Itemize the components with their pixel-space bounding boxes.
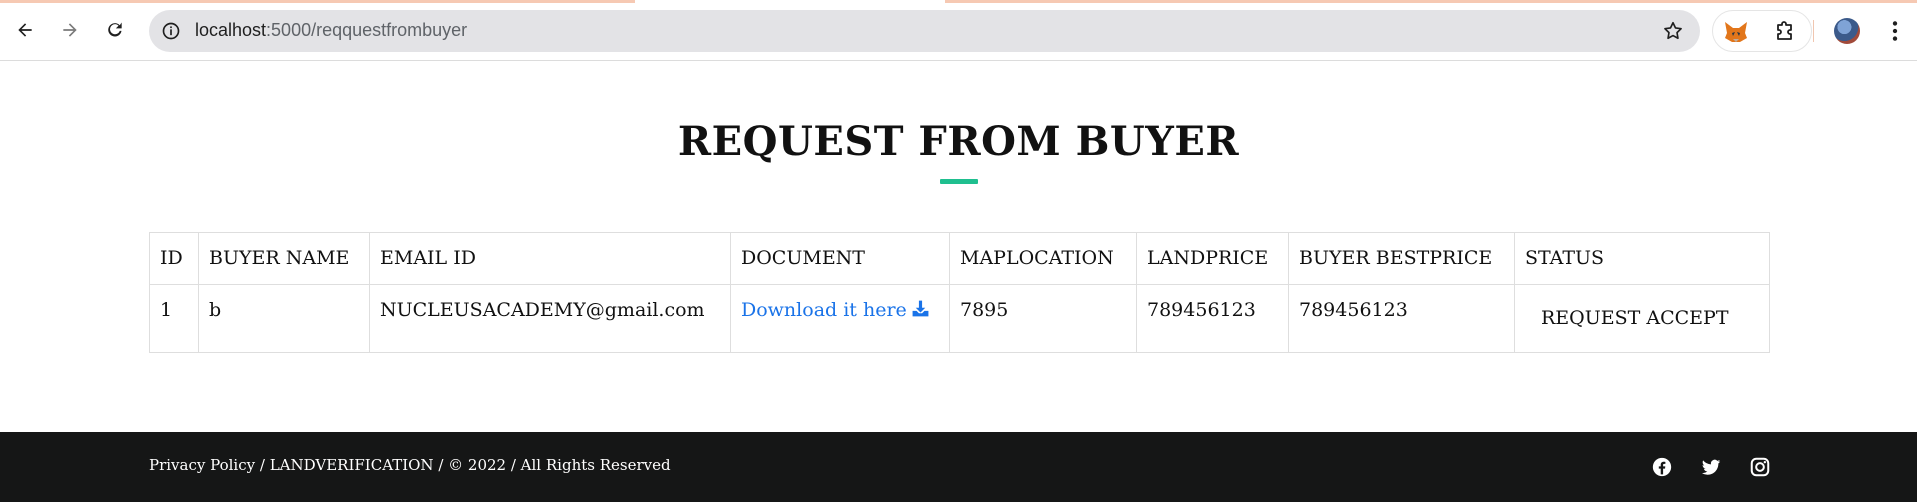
cell-status: REQUEST ACCEPT [1514, 284, 1770, 353]
instagram-icon[interactable] [1749, 456, 1771, 478]
header-landprice: LANDPRICE [1136, 232, 1289, 285]
arrow-left-icon [18, 23, 32, 37]
puzzle-icon[interactable] [1773, 20, 1797, 44]
facebook-icon[interactable] [1651, 456, 1673, 478]
header-document: DOCUMENT [730, 232, 950, 285]
cell-buyer-name: b [198, 284, 370, 353]
request-table: ID BUYER NAME EMAIL ID DOCUMENT MAPLOCAT… [149, 232, 1770, 353]
table-header-row: ID BUYER NAME EMAIL ID DOCUMENT MAPLOCAT… [149, 232, 1770, 285]
tab-strip-accent [945, 0, 1917, 3]
request-accept-button[interactable]: REQUEST ACCEPT [1541, 307, 1729, 329]
cell-email: NUCLEUSACADEMY@gmail.com [369, 284, 731, 353]
browser-toolbar: localhost:5000/reqquestfrombuyer [0, 0, 1917, 61]
cell-document: Download it here [730, 284, 950, 353]
header-id: ID [149, 232, 199, 285]
avatar[interactable] [1834, 18, 1860, 44]
header-buyer-name: BUYER NAME [198, 232, 370, 285]
footer-text: Privacy Policy / LANDVERIFICATION / © 20… [149, 456, 671, 474]
url-path: :5000/reqquestfrombuyer [266, 20, 468, 40]
forward-button[interactable] [54, 14, 86, 46]
kebab-icon[interactable] [1882, 18, 1908, 44]
download-link-label: Download it here [741, 299, 907, 321]
arrow-right-icon [63, 23, 77, 37]
extensions-group [1712, 10, 1812, 52]
tab-strip-accent [0, 0, 635, 3]
download-link[interactable]: Download it here [741, 299, 930, 321]
toolbar-divider [1813, 20, 1814, 42]
cell-maplocation: 7895 [949, 284, 1137, 353]
footer: Privacy Policy / LANDVERIFICATION / © 20… [0, 432, 1917, 502]
download-icon [912, 300, 929, 317]
page-title: REQUEST FROM BUYER [677, 118, 1240, 165]
cell-buyer-bestprice: 789456123 [1288, 284, 1515, 353]
back-button[interactable] [9, 14, 41, 46]
address-bar[interactable]: localhost:5000/reqquestfrombuyer [149, 10, 1700, 52]
url-host: localhost [195, 20, 267, 40]
twitter-icon[interactable] [1700, 456, 1722, 478]
title-underline [940, 179, 978, 184]
reload-icon [108, 22, 122, 37]
table-row: 1 b NUCLEUSACADEMY@gmail.com Download it… [149, 284, 1770, 353]
header-maplocation: MAPLOCATION [949, 232, 1137, 285]
fox-icon[interactable] [1723, 19, 1749, 45]
header-status: STATUS [1514, 232, 1770, 285]
cell-id: 1 [149, 284, 199, 353]
header-email-id: EMAIL ID [369, 232, 731, 285]
header-buyer-bestprice: BUYER BESTPRICE [1288, 232, 1515, 285]
info-icon[interactable] [161, 21, 181, 41]
cell-landprice: 789456123 [1136, 284, 1289, 353]
url-text[interactable]: localhost:5000/reqquestfrombuyer [195, 20, 467, 41]
reload-button[interactable] [99, 14, 131, 46]
star-icon[interactable] [1662, 20, 1684, 42]
